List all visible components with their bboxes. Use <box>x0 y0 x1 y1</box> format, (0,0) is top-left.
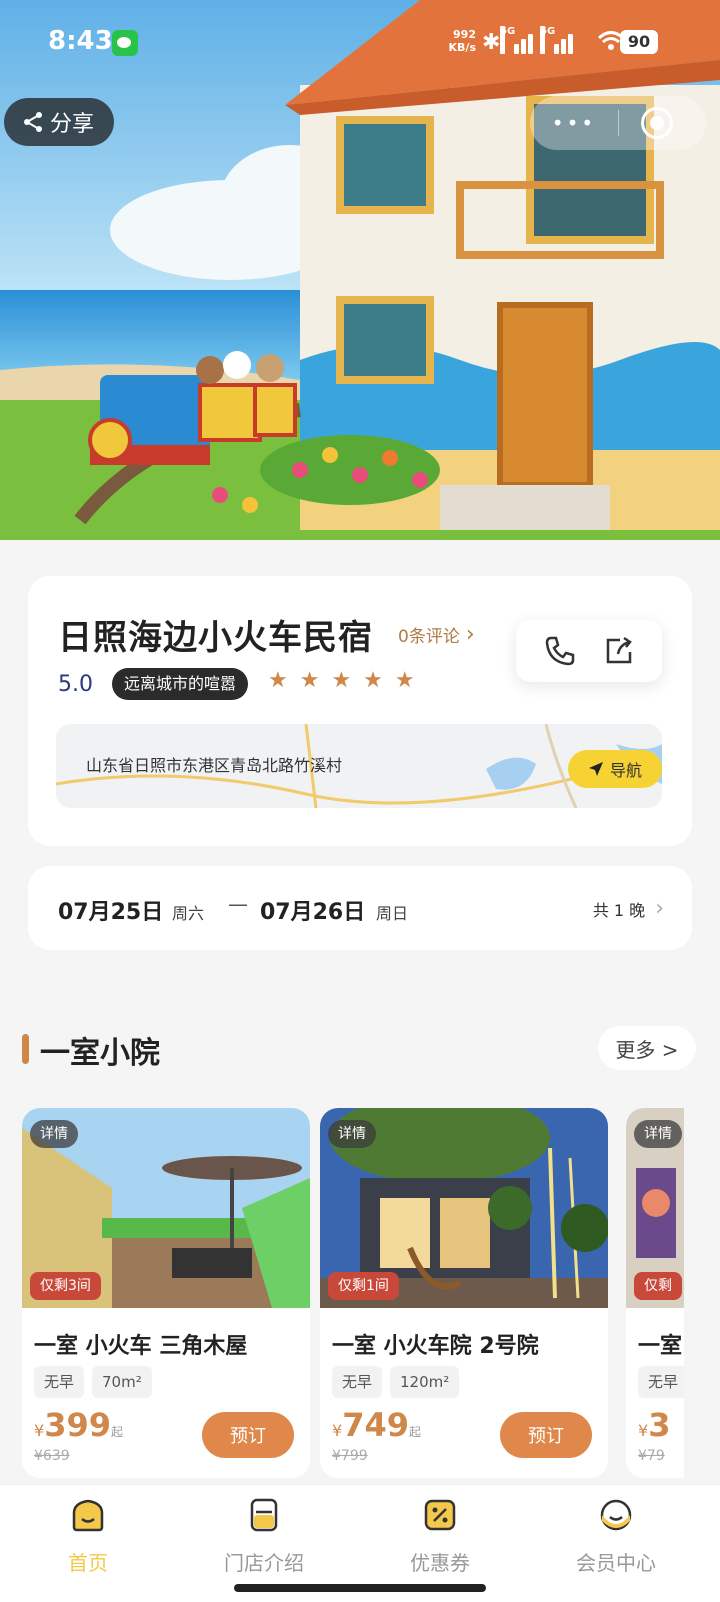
reviews-count: 0条评论 <box>398 627 460 647</box>
status-time: 8:43 <box>48 26 113 56</box>
date-separator: — <box>228 892 248 916</box>
original-price: ¥79 <box>638 1448 665 1464</box>
mini-program-capsule: ••• <box>530 96 706 150</box>
area-chip: 70m² <box>92 1366 152 1398</box>
navigation-arrow-icon <box>588 762 603 776</box>
phone-icon[interactable] <box>543 634 577 668</box>
section-title: 一室小院 <box>40 1036 160 1071</box>
hotel-name: 日照海边小火车民宿 <box>58 618 373 658</box>
rooms-remaining-badge: 仅剩 <box>634 1272 682 1300</box>
room-detail-tag[interactable]: 详情 <box>328 1120 376 1148</box>
breakfast-chip: 无早 <box>332 1366 383 1398</box>
tab-home[interactable]: 首页 <box>28 1497 148 1576</box>
room-card[interactable]: 详情 仅剩 一室 无早 ¥3 ¥79 <box>626 1108 684 1478</box>
price-suffix: 起 <box>408 1425 421 1439</box>
section-accent-bar <box>22 1034 29 1064</box>
store-icon <box>250 1498 278 1532</box>
network-speed: 992 KB/s <box>440 28 476 54</box>
home-indicator[interactable] <box>234 1584 486 1592</box>
rooms-remaining-badge: 仅剩1间 <box>328 1272 399 1300</box>
currency-symbol: ¥ <box>638 1421 649 1440</box>
room-chips: 无早 70m² <box>34 1366 152 1398</box>
tab-label: 门店介绍 <box>224 1551 304 1575</box>
navigate-label: 导航 <box>609 761 642 780</box>
more-button[interactable]: 更多 > <box>598 1026 696 1070</box>
book-button[interactable]: 预订 <box>202 1412 294 1458</box>
room-chips: 无早 <box>638 1366 684 1398</box>
room-name: 一室 小火车 三角木屋 <box>34 1334 248 1359</box>
rating-score: 5.0 <box>58 672 93 697</box>
share-button[interactable]: 分享 <box>4 98 114 146</box>
reviews-link[interactable]: 0条评论 › <box>398 622 475 647</box>
chevron-right-icon: › <box>655 896 664 921</box>
battery-indicator: 90 <box>620 30 658 54</box>
network-speed-unit: KB/s <box>448 41 476 54</box>
room-name: 一室 <box>638 1334 683 1359</box>
tab-label: 会员中心 <box>576 1551 656 1575</box>
checkin-weekday: 周六 <box>172 904 205 923</box>
checkout-date: 07月26日 <box>260 900 366 925</box>
price-value: 399 <box>44 1406 111 1444</box>
room-list[interactable]: 详情 仅剩3间 一室 小火车 三角木屋 无早 70m² ¥399起 ¥639 预… <box>22 1108 684 1478</box>
currency-symbol: ¥ <box>332 1421 343 1440</box>
nights-label: 共 1 晚 <box>592 900 646 920</box>
price-value: 3 <box>648 1406 671 1444</box>
currency-symbol: ¥ <box>34 1421 45 1440</box>
navigate-button[interactable]: 导航 <box>568 750 662 788</box>
original-price: ¥799 <box>332 1448 368 1464</box>
hotel-info-card: 日照海边小火车民宿 0条评论 › 5.0 远离城市的喧嚣 ★★★★★ 山东省日照… <box>28 576 692 846</box>
breakfast-chip: 无早 <box>638 1366 684 1398</box>
bluetooth-icon: ✱ <box>482 30 501 55</box>
room-chips: 无早 120m² <box>332 1366 460 1398</box>
price-suffix: 起 <box>110 1425 123 1439</box>
more-menu-button[interactable]: ••• <box>530 111 618 135</box>
share-icon <box>24 112 42 132</box>
original-price: ¥639 <box>34 1448 70 1464</box>
tab-coupons[interactable]: 优惠券 <box>380 1497 500 1576</box>
chevron-right-icon: › <box>465 622 475 647</box>
room-detail-tag[interactable]: 详情 <box>30 1120 78 1148</box>
area-chip: 120m² <box>390 1366 460 1398</box>
tab-label: 首页 <box>68 1551 108 1575</box>
contact-actions <box>516 620 662 682</box>
tagline-badge: 远离城市的喧嚣 <box>112 668 249 700</box>
map-preview[interactable]: 山东省日照市东港区青岛北路竹溪村 导航 <box>56 724 662 808</box>
room-card[interactable]: 详情 仅剩1间 一室 小火车院 2号院 无早 120m² ¥749起 ¥799 … <box>320 1108 608 1478</box>
nights-count: 共 1 晚 › <box>593 896 664 921</box>
tab-label: 优惠券 <box>410 1551 470 1575</box>
rooms-remaining-badge: 仅剩3间 <box>30 1272 101 1300</box>
share-label: 分享 <box>50 112 95 137</box>
close-target-icon[interactable] <box>641 107 673 139</box>
address-text: 山东省日照市东港区青岛北路竹溪村 <box>86 756 343 775</box>
signal-icon: 5G <box>500 26 536 54</box>
checkout-weekday: 周日 <box>376 904 409 923</box>
checkin-date: 07月25日 <box>58 900 164 925</box>
room-name: 一室 小火车院 2号院 <box>332 1334 539 1359</box>
price-value: 749 <box>342 1406 409 1444</box>
room-price: ¥399起 <box>34 1406 123 1444</box>
star-rating: ★★★★★ <box>268 668 427 693</box>
date-selector[interactable]: 07月25日 周六 — 07月26日 周日 共 1 晚 › <box>28 866 692 950</box>
sim2-label: 5G <box>540 26 555 54</box>
room-price: ¥3 <box>638 1406 670 1444</box>
wechat-icon <box>112 30 138 56</box>
network-speed-value: 992 <box>453 28 476 41</box>
breakfast-chip: 无早 <box>34 1366 85 1398</box>
tab-store-intro[interactable]: 门店介绍 <box>204 1497 324 1576</box>
capsule-divider <box>618 110 619 136</box>
member-icon <box>600 1499 632 1531</box>
signal-icon-2: 5G <box>540 26 576 54</box>
room-detail-tag[interactable]: 详情 <box>634 1120 682 1148</box>
tab-member-center[interactable]: 会员中心 <box>556 1497 676 1576</box>
room-price: ¥749起 <box>332 1406 421 1444</box>
home-icon <box>72 1499 104 1532</box>
coupon-icon <box>424 1499 456 1531</box>
room-card[interactable]: 详情 仅剩3间 一室 小火车 三角木屋 无早 70m² ¥399起 ¥639 预… <box>22 1108 310 1478</box>
share-out-icon[interactable] <box>602 634 636 668</box>
book-button[interactable]: 预订 <box>500 1412 592 1458</box>
status-bar: 8:43 992 KB/s ✱ 5G 5G 90 <box>0 0 720 84</box>
sim1-label: 5G <box>500 26 515 54</box>
